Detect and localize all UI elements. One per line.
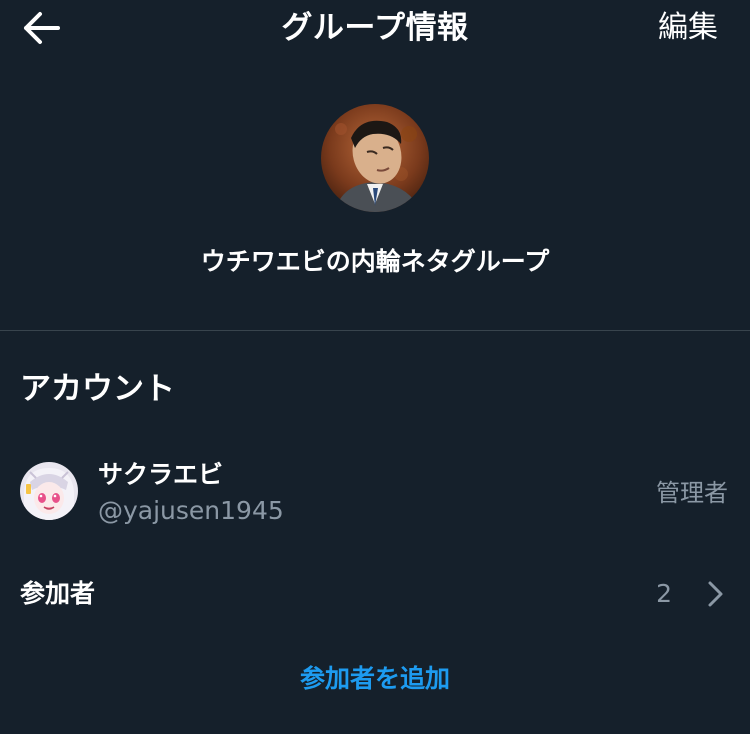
- chevron-right-icon: [708, 581, 723, 607]
- participants-row[interactable]: 参加者 2: [0, 568, 750, 622]
- divider: [0, 330, 750, 331]
- member-role-badge: 管理者: [656, 479, 728, 507]
- add-participant-button[interactable]: 参加者を追加: [0, 660, 750, 698]
- avatar: [20, 462, 78, 520]
- member-handle: @yajusen1945: [98, 496, 284, 525]
- edit-button[interactable]: 編集: [658, 8, 718, 48]
- top-bar: グループ情報 編集: [0, 0, 750, 56]
- anime-avatar: [20, 462, 78, 520]
- participants-label: 参加者: [20, 579, 96, 608]
- participants-count: 2: [656, 579, 672, 608]
- member-row[interactable]: サクラエビ @yajusen1945 管理者: [0, 448, 750, 540]
- group-photo: [321, 104, 429, 212]
- group-avatar[interactable]: [321, 104, 429, 212]
- page-title: グループ情報: [281, 10, 469, 46]
- accounts-section-title: アカウント: [20, 371, 175, 407]
- group-name: ウチワエビの内輪ネタグループ: [200, 247, 550, 276]
- member-name: サクラエビ: [98, 460, 224, 489]
